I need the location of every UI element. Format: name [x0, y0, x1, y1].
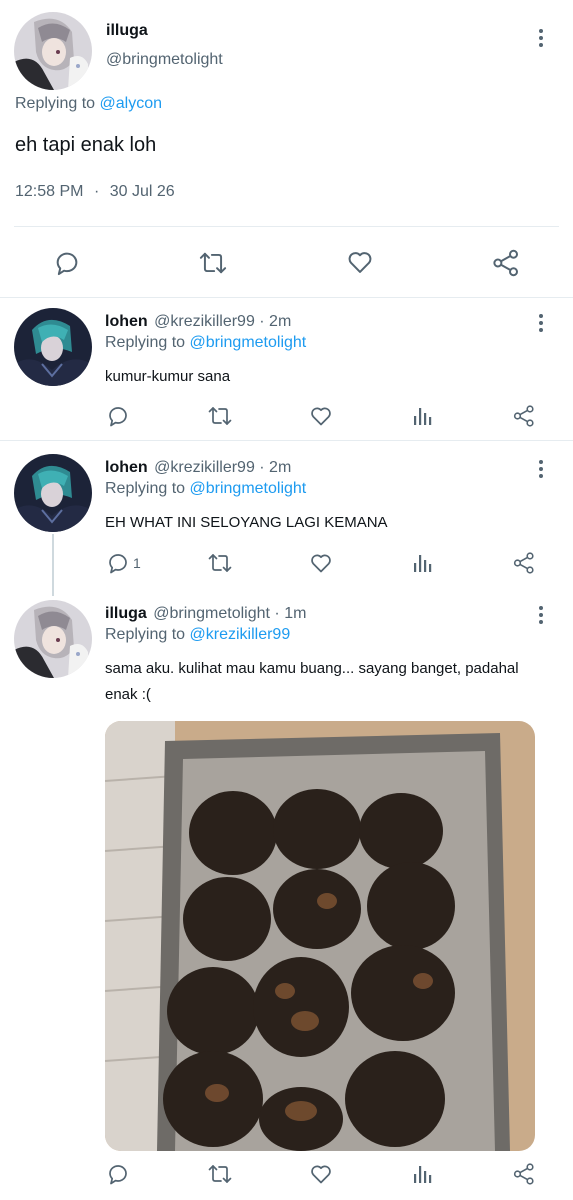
replying-to-link[interactable]: @bringmetolight — [190, 334, 307, 351]
reply-author-handle[interactable]: @bringmetolight · 1m — [153, 605, 306, 622]
reply-header: illuga @bringmetolight · 1m — [105, 605, 306, 623]
retweet-icon[interactable] — [207, 404, 233, 428]
main-replying-line: Replying to @alycon — [15, 95, 162, 113]
replying-to-label: Replying to — [105, 626, 190, 643]
more-icon[interactable] — [531, 457, 551, 481]
main-author-handle[interactable]: @bringmetolight — [106, 51, 223, 69]
reply-header: lohen @krezikiller99 · 2m — [105, 459, 291, 477]
replying-to-link[interactable]: @alycon — [100, 95, 163, 112]
replying-to-label: Replying to — [15, 95, 100, 112]
analytics-icon[interactable] — [412, 552, 434, 574]
meta-separator: · — [93, 183, 100, 200]
more-icon[interactable] — [531, 603, 551, 627]
replying-to-label: Replying to — [105, 334, 190, 351]
main-tweet-text: eh tapi enak loh — [15, 134, 157, 156]
heart-icon[interactable] — [309, 1162, 333, 1186]
share-icon[interactable] — [512, 404, 536, 428]
reply-text: EH WHAT INI SELOYANG LAGI KEMANA — [105, 514, 388, 531]
reply-icon[interactable] — [53, 249, 81, 277]
heart-icon[interactable] — [309, 404, 333, 428]
replying-to-label: Replying to — [105, 480, 190, 497]
reply-author-handle[interactable]: @krezikiller99 · 2m — [154, 459, 291, 476]
more-icon[interactable] — [531, 311, 551, 335]
main-timestamp[interactable]: 12:58 PM · 30 Jul 26 — [15, 183, 175, 201]
tweet-photo[interactable] — [105, 721, 535, 1151]
share-icon[interactable] — [512, 551, 536, 575]
reply-header: lohen @krezikiller99 · 2m — [105, 313, 291, 331]
divider — [0, 297, 573, 298]
replying-to-link[interactable]: @bringmetolight — [190, 480, 307, 497]
reply-icon[interactable] — [106, 1162, 130, 1186]
replying-to-link[interactable]: @krezikiller99 — [190, 626, 291, 643]
reply-author-name[interactable]: illuga — [105, 605, 147, 622]
reply-replying-line: Replying to @krezikiller99 — [105, 626, 290, 644]
reply-icon[interactable] — [106, 551, 130, 575]
avatar-illuga[interactable] — [14, 600, 92, 678]
retweet-icon[interactable] — [207, 551, 233, 575]
analytics-icon[interactable] — [412, 405, 434, 427]
share-icon[interactable] — [491, 248, 521, 278]
thread-connector — [52, 534, 54, 596]
share-icon[interactable] — [512, 1162, 536, 1186]
more-icon[interactable] — [531, 26, 551, 50]
reply-replying-line: Replying to @bringmetolight — [105, 334, 306, 352]
reply-author-name[interactable]: lohen — [105, 313, 148, 330]
divider — [0, 440, 573, 441]
reply-author-name[interactable]: lohen — [105, 459, 148, 476]
heart-icon[interactable] — [309, 551, 333, 575]
reply-count: 1 — [133, 555, 141, 571]
reply-text: sama aku. kulihat mau kamu buang... saya… — [105, 660, 519, 703]
reply-author-handle[interactable]: @krezikiller99 · 2m — [154, 313, 291, 330]
avatar-illuga[interactable] — [14, 12, 92, 90]
retweet-icon[interactable] — [207, 1162, 233, 1186]
divider — [14, 226, 559, 227]
retweet-icon[interactable] — [198, 249, 228, 277]
tweet-date: 30 Jul 26 — [109, 183, 175, 200]
avatar-lohen[interactable] — [14, 454, 92, 532]
tweet-time: 12:58 PM — [15, 183, 84, 200]
avatar-lohen[interactable] — [14, 308, 92, 386]
analytics-icon[interactable] — [412, 1163, 434, 1185]
main-author-name[interactable]: illuga — [106, 22, 148, 40]
reply-text: kumur-kumur sana — [105, 368, 231, 385]
reply-replying-line: Replying to @bringmetolight — [105, 480, 306, 498]
heart-icon[interactable] — [345, 248, 375, 276]
reply-icon[interactable] — [106, 404, 130, 428]
